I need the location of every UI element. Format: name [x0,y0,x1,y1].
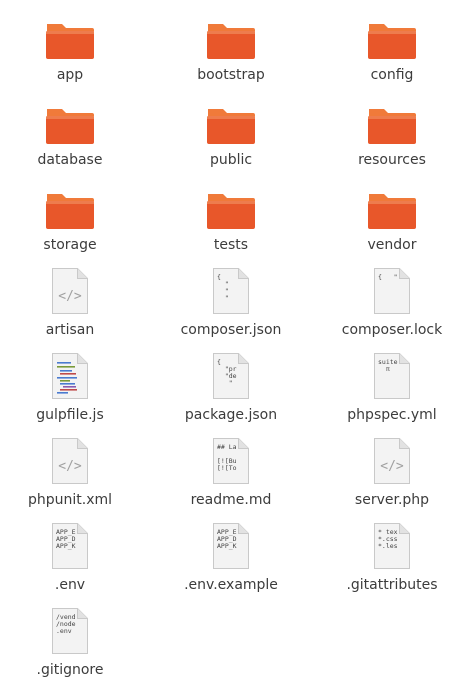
file-item[interactable]: gulpfile.js [0,340,140,424]
file-name-label: artisan [45,322,95,338]
file-name-label: config [370,67,414,83]
folder-icon [365,178,419,230]
file-name-label: .gitignore [36,662,104,678]
file-item[interactable]: { "pr "de " package.json [161,340,301,424]
folder-icon [204,178,258,230]
folder-icon [43,178,97,230]
folder-item[interactable]: app [0,0,140,84]
text-file-icon: suite π [365,348,419,400]
svg-text:APP_K: APP_K [217,542,237,550]
svg-text:{ ": { " [378,273,398,281]
file-item[interactable]: * tex *.css *.les .gitattributes [322,510,461,594]
file-item[interactable]: { " composer.lock [322,255,461,339]
svg-text:*.les: *.les [378,542,398,550]
folder-icon [204,93,258,145]
folder-icon [204,8,258,60]
file-item[interactable]: APP_E APP_D APP_K .env [0,510,140,594]
file-name-label: package.json [184,407,278,423]
file-item[interactable]: /vend/node .env .gitignore [0,595,140,679]
svg-text:</>: </> [58,289,82,304]
folder-icon [365,93,419,145]
file-name-label: .env [54,577,86,593]
file-item[interactable]: APP_E APP_D APP_K .env.example [161,510,301,594]
file-name-label: bootstrap [197,67,265,83]
script-file-icon [43,348,97,400]
text-file-icon: { "pr "de " [204,348,258,400]
code-file-icon: </> [43,263,97,315]
svg-text:": " [217,294,229,302]
svg-text:.env: .env [56,627,72,635]
text-file-icon: ## La [![Bu [![To [204,433,258,485]
file-name-label: resources [358,152,426,168]
file-name-label: database [37,152,103,168]
file-item[interactable]: </> server.php [322,425,461,509]
text-file-icon: APP_E APP_D APP_K [204,518,258,570]
code-file-icon: </> [43,433,97,485]
svg-text:</>: </> [380,459,404,474]
file-name-label: gulpfile.js [36,407,104,423]
file-name-label: public [209,152,253,168]
text-file-icon: * tex *.css *.les [365,518,419,570]
file-item[interactable]: { " " " composer.json [161,255,301,339]
file-name-label: phpunit.xml [27,492,113,508]
file-name-label: composer.lock [341,322,443,338]
folder-item[interactable]: storage [0,170,140,254]
folder-item[interactable]: database [0,85,140,169]
text-file-icon: { " [365,263,419,315]
folder-icon [43,8,97,60]
folder-icon [365,8,419,60]
folder-item[interactable]: bootstrap [161,0,301,84]
folder-item[interactable]: vendor [322,170,461,254]
file-name-label: phpspec.yml [347,407,437,423]
svg-text:</>: </> [58,459,82,474]
svg-text:": " [217,379,233,387]
folder-item[interactable]: resources [322,85,461,169]
folder-icon [43,93,97,145]
folder-item[interactable]: public [161,85,301,169]
file-item[interactable]: suite π phpspec.yml [322,340,461,424]
file-item[interactable]: </> phpunit.xml [0,425,140,509]
file-name-label: .gitattributes [346,577,438,593]
file-name-label: server.php [354,492,430,508]
file-item[interactable]: ## La [![Bu [![To readme.md [161,425,301,509]
text-file-icon: { " " " [204,263,258,315]
svg-text:APP_K: APP_K [56,542,76,550]
file-name-label: app [56,67,84,83]
svg-text:π: π [378,365,390,373]
file-name-label: tests [213,237,249,253]
file-name-label: composer.json [180,322,282,338]
file-name-label: storage [43,237,97,253]
text-file-icon: /vend/node .env [43,603,97,655]
file-name-label: readme.md [190,492,272,508]
svg-text:## La: ## La [217,443,237,451]
folder-item[interactable]: config [322,0,461,84]
svg-text:[![To: [![To [217,464,237,472]
file-name-label: vendor [367,237,417,253]
text-file-icon: APP_E APP_D APP_K [43,518,97,570]
file-item[interactable]: </> artisan [0,255,140,339]
code-file-icon: </> [365,433,419,485]
file-name-label: .env.example [184,577,278,593]
file-grid: app bootstrap config database public res… [0,0,461,678]
folder-item[interactable]: tests [161,170,301,254]
